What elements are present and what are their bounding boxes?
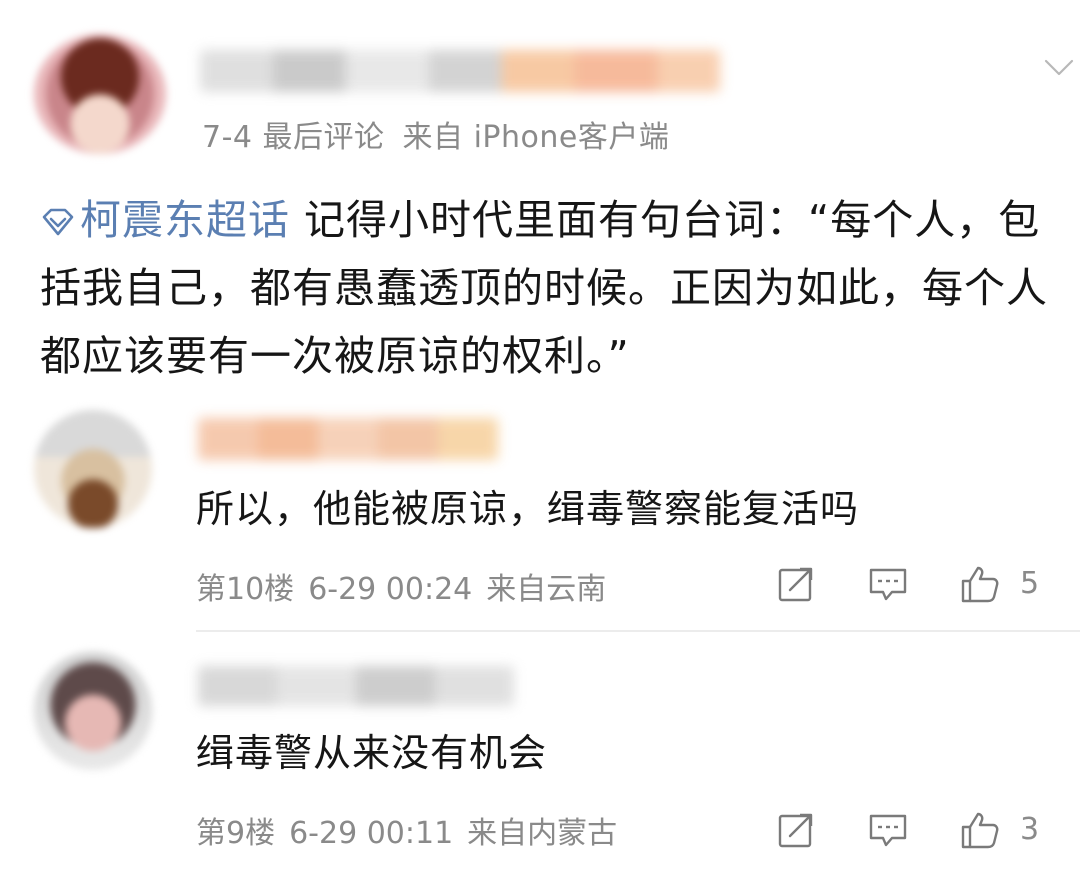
reply-avatar[interactable] [34,652,152,770]
reply-floor: 第9楼 [196,816,276,851]
reply-text: 所以，他能被原谅，缉毒警察能复活吗 [196,487,860,531]
reply-location: 来自内蒙古 [467,816,618,851]
post-date: 7-4 最后评论 [202,120,385,155]
reply-meta: 第9楼 6-29 00:11 来自内蒙古 [196,808,631,852]
super-topic-label: 柯震东超话 [80,196,290,244]
reply-floor: 第10楼 [196,572,295,607]
reply-author-redacted[interactable] [198,666,514,706]
reply-author-redacted[interactable] [198,418,498,460]
like-count: 3 [1020,812,1040,847]
post-meta: 7-4 最后评论 来自 iPhone客户端 [202,112,669,156]
comment-thread: 7-4 最后评论 来自 iPhone客户端 柯震东超话 记得小时代里面有句台词：“… [0,0,1080,873]
post-body: 柯震东超话 记得小时代里面有句台词：“每个人，包括我自己，都有愚蠢透顶的时候。正… [40,186,1050,390]
like-thumb-icon[interactable] [960,810,1000,850]
author-avatar[interactable] [34,34,166,154]
reply-avatar[interactable] [34,410,152,528]
like-count: 5 [1020,566,1040,601]
reply-location: 来自云南 [486,572,607,607]
reply-text: 缉毒警从来没有机会 [196,731,548,775]
reply-time: 6-29 00:11 [289,816,454,851]
chevron-down-icon[interactable] [1042,50,1076,84]
comment-icon[interactable] [868,564,908,604]
super-topic-diamond-icon [42,208,74,236]
super-topic-link[interactable]: 柯震东超话 [40,196,290,244]
reply-meta: 第10楼 6-29 00:24 来自云南 [196,564,620,608]
repost-icon[interactable] [776,810,816,850]
reply-time: 6-29 00:24 [308,572,473,607]
comment-icon[interactable] [868,810,908,850]
like-thumb-icon[interactable] [960,564,1000,604]
reply-divider [196,630,1080,632]
post-source: 来自 iPhone客户端 [402,120,670,155]
repost-icon[interactable] [776,564,816,604]
author-name-redacted[interactable] [200,50,720,92]
